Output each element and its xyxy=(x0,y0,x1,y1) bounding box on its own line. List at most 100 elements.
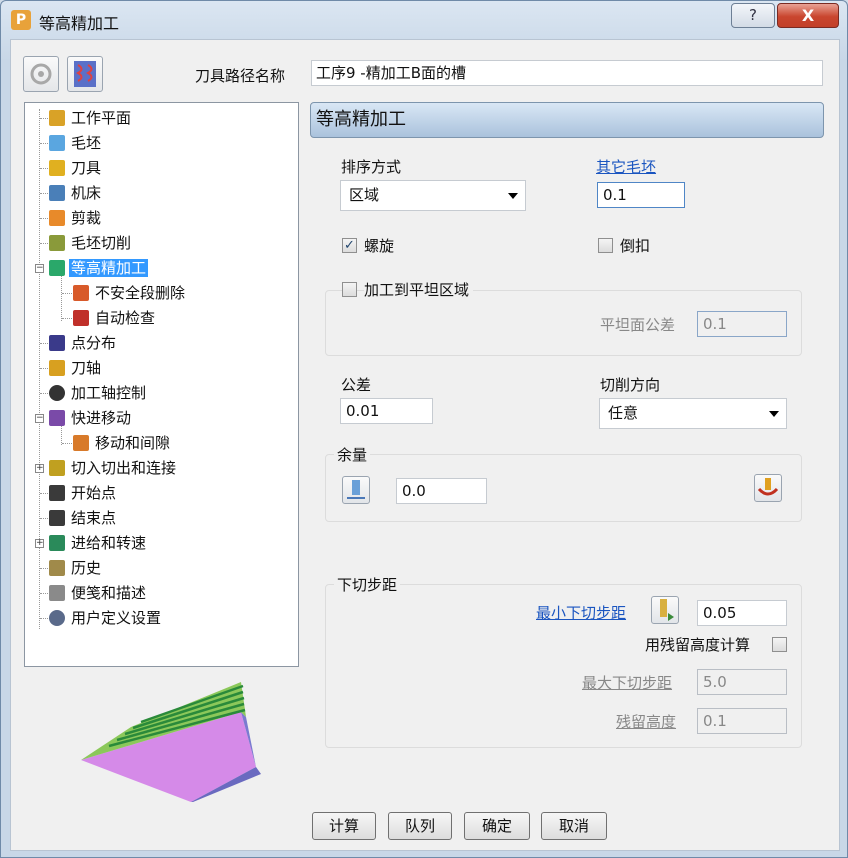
cusp-calc-label: 用残留高度计算 xyxy=(645,636,751,654)
toolpath-icon xyxy=(74,61,96,87)
history-icon xyxy=(49,560,65,576)
machine-flats-label: 加工到平坦区域 xyxy=(364,279,474,300)
leads-links-icon xyxy=(49,460,65,476)
stock-icon xyxy=(49,135,65,151)
notes-icon xyxy=(49,585,65,601)
help-button[interactable]: ? xyxy=(731,3,775,28)
gear-cluster-icon xyxy=(30,63,52,85)
scissors-icon xyxy=(49,210,65,226)
expand-toggle[interactable]: + xyxy=(35,464,44,473)
tree-item-auto-verify[interactable]: 自动检查 xyxy=(73,307,157,329)
tree-item-user-defined-settings[interactable]: 用户定义设置 xyxy=(49,607,163,629)
machine-flats-checkbox[interactable] xyxy=(342,282,357,297)
rapid-move-icon xyxy=(49,410,65,426)
allowance-label: 余量 xyxy=(334,444,371,465)
ok-button[interactable]: 确定 xyxy=(464,812,530,840)
max-stepdown-input: 5.0 xyxy=(697,669,787,695)
title-bar: P 等高精加工 ? X xyxy=(1,1,847,39)
ordering-label: 排序方式 xyxy=(341,158,402,176)
chevron-down-icon xyxy=(769,411,779,417)
feeds-speeds-icon xyxy=(49,535,65,551)
user-settings-icon xyxy=(49,610,65,626)
cancel-button[interactable]: 取消 xyxy=(541,812,607,840)
strategy-preview-image xyxy=(81,682,261,802)
cusp-height-link: 残留高度 xyxy=(616,713,677,731)
unsafe-segment-icon xyxy=(73,285,89,301)
queue-button[interactable]: 队列 xyxy=(388,812,452,840)
workplane-icon xyxy=(49,110,65,126)
tree-item-workplane[interactable]: 工作平面 xyxy=(49,107,133,129)
tree-item-notes[interactable]: 便笺和描述 xyxy=(49,582,148,604)
tree-item-point-distribution[interactable]: 点分布 xyxy=(49,332,118,354)
expand-toggle[interactable]: + xyxy=(35,539,44,548)
constant-z-icon xyxy=(49,260,65,276)
settings-template-button[interactable] xyxy=(23,56,59,92)
flat-tolerance-input: 0.1 xyxy=(697,311,787,337)
auto-verify-icon xyxy=(73,310,89,326)
tree-item-stock-cutting[interactable]: 毛坯切削 xyxy=(49,232,133,254)
tree-item-start-point[interactable]: 开始点 xyxy=(49,482,118,504)
collapse-toggle[interactable]: − xyxy=(35,414,44,423)
tree-item-tool[interactable]: 刀具 xyxy=(49,157,103,179)
tree-item-limit[interactable]: 剪裁 xyxy=(49,207,103,229)
cusp-calc-checkbox[interactable] xyxy=(772,637,787,652)
min-stepdown-input[interactable]: 0.05 xyxy=(697,600,787,626)
tree-item-rapid-move[interactable]: 快进移动 xyxy=(49,407,133,429)
max-stepdown-link: 最大下切步距 xyxy=(582,674,673,692)
tree-item-end-point[interactable]: 结束点 xyxy=(49,507,118,529)
point-distribution-icon xyxy=(49,335,65,351)
cut-direction-value: 任意 xyxy=(608,404,639,422)
tree-item-unsafe-segment-removal[interactable]: 不安全段删除 xyxy=(73,282,187,304)
tree-item-machine[interactable]: 机床 xyxy=(49,182,103,204)
end-point-icon xyxy=(49,510,65,526)
stock-cut-icon xyxy=(49,235,65,251)
tree-item-tool-axis[interactable]: 刀轴 xyxy=(49,357,103,379)
dialog-body: 刀具路径名称 工序9 -精加工B面的槽 工作平面 毛坯 刀具 机床 剪裁 毛坯切… xyxy=(10,39,840,851)
spiral-checkbox[interactable]: ✓ xyxy=(342,238,357,253)
cusp-height-input: 0.1 xyxy=(697,708,787,734)
tree-item-leads-and-links[interactable]: 切入切出和连接 xyxy=(49,457,178,479)
dialog-window: P 等高精加工 ? X 刀具路径名称 工序9 -精加工B面的槽 工作平面 毛坯 … xyxy=(0,0,848,858)
collapse-toggle[interactable]: − xyxy=(35,264,44,273)
settings-tree: 工作平面 毛坯 刀具 机床 剪裁 毛坯切削 − 等高精加工 不安全段删除 自动检… xyxy=(24,102,299,667)
tree-item-constant-z-finishing[interactable]: 等高精加工 xyxy=(49,257,149,279)
close-button[interactable]: X xyxy=(777,3,839,28)
ordering-select[interactable]: 区域 xyxy=(340,180,526,211)
other-stock-input[interactable]: 0.1 xyxy=(597,182,685,208)
axis-control-icon xyxy=(49,385,65,401)
thickness-icon xyxy=(347,480,365,499)
moves-clearance-icon xyxy=(73,435,89,451)
spiral-label: 螺旋 xyxy=(364,237,395,255)
tolerance-label: 公差 xyxy=(341,376,372,394)
tree-item-history[interactable]: 历史 xyxy=(49,557,103,579)
undercut-label: 倒扣 xyxy=(620,237,651,255)
cut-direction-label: 切削方向 xyxy=(600,376,661,394)
tree-item-moves-and-clearances[interactable]: 移动和间隙 xyxy=(73,432,172,454)
component-thickness-icon xyxy=(757,478,779,496)
allowance-mode-button[interactable] xyxy=(342,476,370,504)
path-name-label: 刀具路径名称 xyxy=(195,67,286,85)
calculate-button[interactable]: 计算 xyxy=(312,812,376,840)
allowance-input[interactable]: 0.0 xyxy=(396,478,487,504)
min-stepdown-link[interactable]: 最小下切步距 xyxy=(536,602,626,623)
stepdown-tool-button[interactable] xyxy=(651,596,679,624)
other-stock-link[interactable]: 其它毛坯 xyxy=(596,156,656,177)
tolerance-input[interactable]: 0.01 xyxy=(340,398,433,424)
flat-tolerance-label: 平坦面公差 xyxy=(600,316,676,334)
component-thickness-button[interactable] xyxy=(754,474,782,502)
tool-stepdown-icon xyxy=(660,599,674,621)
path-name-input[interactable]: 工序9 -精加工B面的槽 xyxy=(311,60,823,86)
tree-item-stock[interactable]: 毛坯 xyxy=(49,132,103,154)
tree-item-feeds-and-speeds[interactable]: 进给和转速 xyxy=(49,532,148,554)
panel-title: 等高精加工 xyxy=(310,102,824,138)
cut-direction-select[interactable]: 任意 xyxy=(599,398,787,429)
tree-item-axis-control[interactable]: 加工轴控制 xyxy=(49,382,148,404)
machine-icon xyxy=(49,185,65,201)
undercut-checkbox[interactable] xyxy=(598,238,613,253)
toolpath-preview-button[interactable] xyxy=(67,56,103,92)
stepdown-label: 下切步距 xyxy=(334,574,401,595)
window-title: 等高精加工 xyxy=(39,14,120,33)
app-logo-icon: P xyxy=(11,10,31,30)
start-point-icon xyxy=(49,485,65,501)
chevron-down-icon xyxy=(508,193,518,199)
